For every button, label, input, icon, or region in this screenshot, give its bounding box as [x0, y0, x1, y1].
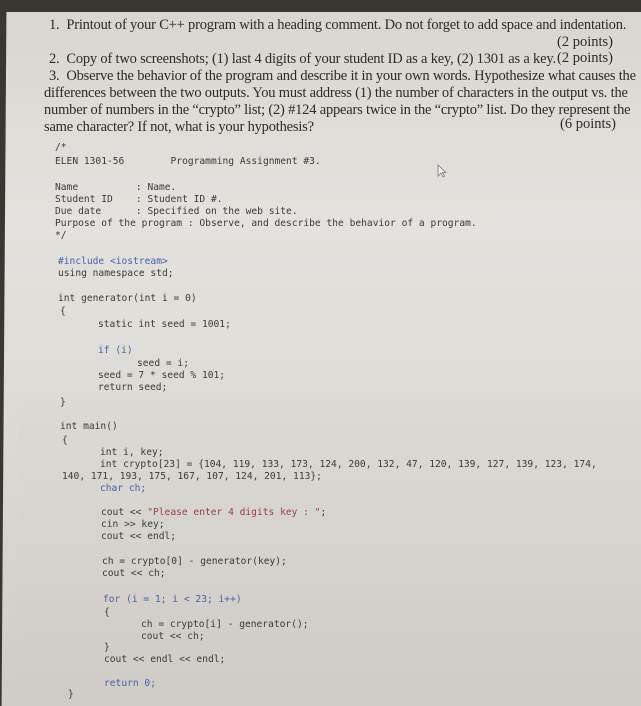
cout-ch-line: cout << ch; [102, 568, 166, 579]
field-label: Due date [55, 206, 102, 217]
cout-endl-endl-line: cout << endl << endl; [104, 654, 226, 665]
for-open-brace: { [104, 607, 110, 618]
semicolon: ; [320, 507, 327, 518]
purpose-line: Purpose of the program : Observe, and de… [55, 218, 477, 230]
question-3-points: (6 points) [560, 116, 616, 132]
question-2: 2. Copy of two screenshots; (1) last 4 d… [49, 51, 556, 67]
if-line: if (i) [98, 345, 133, 356]
question-3-line-4: same character? If not, what is your hyp… [44, 119, 314, 135]
decl-i-key: int i, key; [100, 447, 164, 458]
field-sep: : [135, 206, 142, 217]
field-label: Student ID [55, 194, 113, 205]
crypto-cont-line: 140, 171, 193, 175, 167, 107, 124, 201, … [62, 471, 322, 482]
question-3-line-2: differences between the two outputs. You… [44, 85, 628, 101]
comment-close: */ [55, 230, 67, 241]
question-3-line-1: Observe the behavior of the program and … [66, 68, 636, 84]
main-open-brace: { [62, 435, 68, 446]
question-2-points: (2 points) [557, 50, 613, 66]
include-line: #include <iostream> [58, 256, 168, 267]
header-field-name: Name : Name. [55, 182, 176, 194]
using-line: using namespace std; [58, 268, 174, 279]
question-2-text: Copy of two screenshots; (1) last 4 digi… [66, 51, 556, 67]
ch-loop-line: ch = crypto[i] - generator(); [141, 619, 309, 630]
cout-ch-loop-line: cout << ch; [141, 631, 205, 642]
char-decl-line: char ch; [100, 483, 147, 494]
generator-open-brace: { [60, 306, 66, 317]
seed-calc-line: seed = 7 * seed % 101; [98, 370, 226, 381]
question-1-text: Printout of your C++ program with a head… [66, 17, 627, 33]
main-signature: int main() [60, 421, 118, 432]
course-line: ELEN 1301-56 Programming Assignment #3. [55, 156, 321, 168]
question-3: 3. Observe the behavior of the program a… [49, 68, 636, 84]
question-2-number: 2. [49, 51, 60, 67]
mouse-pointer-icon [437, 164, 447, 178]
prompt-string: "Please enter 4 digits key : " [147, 507, 321, 518]
static-seed-line: static int seed = 1001; [98, 319, 231, 330]
crypto-decl-line: int crypto[23] = {104, 119, 133, 173, 12… [100, 459, 597, 470]
course-code: ELEN 1301-56 [55, 156, 125, 167]
return-zero-line: return 0; [104, 678, 156, 689]
field-label: Name [55, 182, 79, 193]
field-sep: : [135, 182, 142, 193]
seed-assign-line: seed = i; [137, 358, 189, 369]
question-1-number: 1. [49, 17, 60, 33]
cin-key-line: cin >> key; [101, 519, 165, 530]
cout-prompt-line: cout << "Please enter 4 digits key : "; [101, 507, 326, 519]
ch-first-line: ch = crypto[0] - generator(key); [102, 556, 287, 567]
cout-prefix: cout << [101, 507, 148, 518]
field-value: Specified on the web site. [147, 206, 298, 217]
question-3-number: 3. [49, 68, 60, 84]
assignment-title: Programming Assignment #3. [170, 156, 321, 167]
generator-signature: int generator(int i = 0) [58, 293, 197, 304]
for-line: for (i = 1; i < 23; i++) [103, 594, 242, 605]
generator-close-brace: } [60, 397, 66, 408]
header-field-student-id: Student ID : Student ID #. [55, 194, 223, 206]
field-sep: : [135, 194, 142, 205]
question-3-line-3: number of numbers in the “crypto” list; … [44, 102, 631, 118]
purpose-label: Purpose of the program [55, 218, 183, 229]
cout-endl-line: cout << endl; [101, 531, 177, 542]
main-close-brace: } [68, 689, 74, 700]
for-close-brace: } [104, 642, 110, 653]
return-seed-line: return seed; [98, 382, 168, 393]
header-field-due-date: Due date : Specified on the web site. [55, 206, 298, 218]
comment-open: /* [55, 142, 67, 153]
field-value: Name. [147, 182, 177, 193]
purpose-value: : Observe, and describe the behavior of … [187, 218, 477, 229]
question-1-points: (2 points) [557, 34, 613, 50]
field-value: Student ID #. [147, 194, 223, 205]
question-1: 1. Printout of your C++ program with a h… [49, 17, 626, 33]
